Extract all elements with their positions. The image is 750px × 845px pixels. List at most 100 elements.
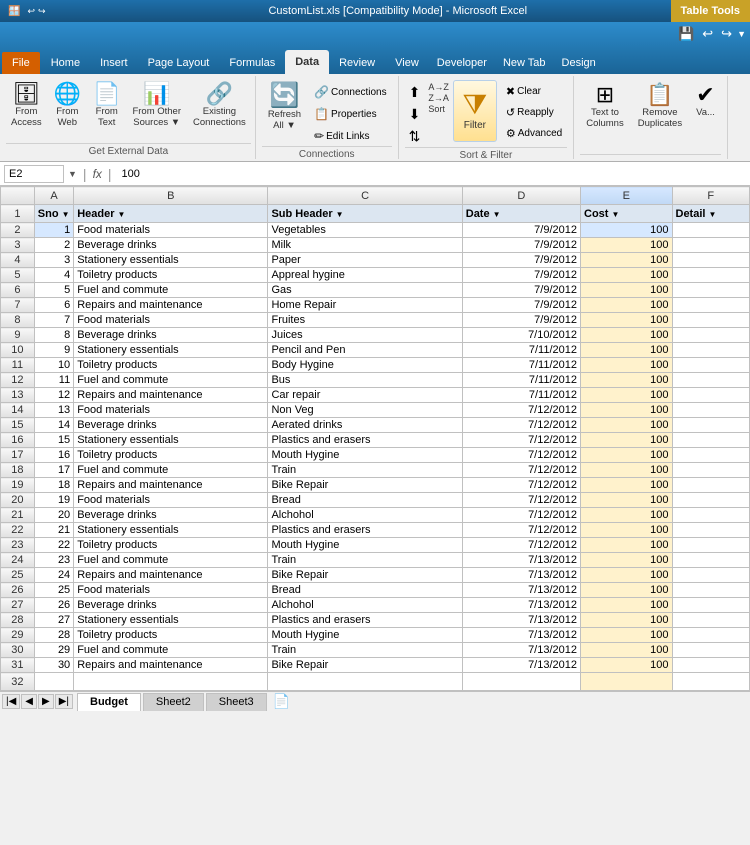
cell-subheader-23[interactable]: Mouth Hygine	[268, 538, 462, 553]
cell-subheader-3[interactable]: Milk	[268, 238, 462, 253]
cell-detail-22[interactable]	[672, 523, 750, 538]
cell-header-17[interactable]: Toiletry products	[74, 448, 268, 463]
cell-subheader-31[interactable]: Bike Repair	[268, 658, 462, 673]
sheet-nav-prev[interactable]: ◀	[21, 694, 37, 709]
cell-sno-26[interactable]: 25	[34, 583, 73, 598]
cell-subheader-7[interactable]: Home Repair	[268, 298, 462, 313]
filter-button[interactable]: ⧩ Filter	[453, 80, 497, 142]
cell-sno-23[interactable]: 22	[34, 538, 73, 553]
cell-subheader-12[interactable]: Bus	[268, 373, 462, 388]
cell-header-28[interactable]: Stationery essentials	[74, 613, 268, 628]
cell-sno-30[interactable]: 29	[34, 643, 73, 658]
cell-header-4[interactable]: Stationery essentials	[74, 253, 268, 268]
cell-detail-2[interactable]	[672, 223, 750, 238]
sort-dialog-button[interactable]: ⇅	[405, 126, 425, 147]
cell-sno-18[interactable]: 17	[34, 463, 73, 478]
col-header-b[interactable]: B	[74, 187, 268, 205]
cell-detail-21[interactable]	[672, 508, 750, 523]
sheet-nav-next[interactable]: ▶	[38, 694, 54, 709]
tab-page-layout[interactable]: Page Layout	[138, 52, 220, 74]
tab-view[interactable]: View	[385, 52, 429, 74]
cell-date-31[interactable]: 7/13/2012	[462, 658, 580, 673]
sort-az-button[interactable]: ⬆	[405, 82, 425, 103]
cell-cost-28[interactable]: 100	[581, 613, 673, 628]
header-cost[interactable]: Cost ▼	[581, 205, 673, 223]
cell-cost-8[interactable]: 100	[581, 313, 673, 328]
cell-cost-21[interactable]: 100	[581, 508, 673, 523]
cell-subheader-13[interactable]: Car repair	[268, 388, 462, 403]
cell-date-28[interactable]: 7/13/2012	[462, 613, 580, 628]
cell-cost-16[interactable]: 100	[581, 433, 673, 448]
cell-subheader-17[interactable]: Mouth Hygine	[268, 448, 462, 463]
cell-header-25[interactable]: Repairs and maintenance	[74, 568, 268, 583]
sort-za-button[interactable]: ⬇	[405, 104, 425, 125]
cell-subheader-20[interactable]: Bread	[268, 493, 462, 508]
cell-sno-28[interactable]: 27	[34, 613, 73, 628]
cell-empty-32-a[interactable]	[34, 673, 73, 691]
cell-cost-31[interactable]: 100	[581, 658, 673, 673]
cell-empty-32-b[interactable]	[74, 673, 268, 691]
col-header-c[interactable]: C	[268, 187, 462, 205]
cell-sno-22[interactable]: 21	[34, 523, 73, 538]
cell-date-23[interactable]: 7/12/2012	[462, 538, 580, 553]
cell-empty-32-f[interactable]	[672, 673, 750, 691]
cell-date-26[interactable]: 7/13/2012	[462, 583, 580, 598]
cell-subheader-8[interactable]: Fruites	[268, 313, 462, 328]
redo-button[interactable]: ↪	[718, 25, 735, 43]
cell-cost-4[interactable]: 100	[581, 253, 673, 268]
advanced-button[interactable]: ⚙ Advanced	[501, 124, 567, 143]
cell-detail-12[interactable]	[672, 373, 750, 388]
cell-cost-5[interactable]: 100	[581, 268, 673, 283]
cell-cost-30[interactable]: 100	[581, 643, 673, 658]
from-text-button[interactable]: 📄 FromText	[88, 80, 125, 132]
from-web-button[interactable]: 🌐 FromWeb	[49, 80, 86, 132]
cell-detail-31[interactable]	[672, 658, 750, 673]
formula-input[interactable]	[118, 167, 746, 181]
col-header-d[interactable]: D	[462, 187, 580, 205]
header-detail[interactable]: Detail ▼	[672, 205, 750, 223]
cell-subheader-30[interactable]: Train	[268, 643, 462, 658]
cell-cost-15[interactable]: 100	[581, 418, 673, 433]
cell-detail-6[interactable]	[672, 283, 750, 298]
cell-detail-5[interactable]	[672, 268, 750, 283]
refresh-all-button[interactable]: 🔄 RefreshAll ▼	[262, 80, 307, 136]
cell-cost-14[interactable]: 100	[581, 403, 673, 418]
cell-sno-27[interactable]: 26	[34, 598, 73, 613]
cell-empty-32-d[interactable]	[462, 673, 580, 691]
header-header[interactable]: Header ▼	[74, 205, 268, 223]
cell-header-11[interactable]: Toiletry products	[74, 358, 268, 373]
undo-button[interactable]: ↩	[699, 25, 716, 43]
validation-button[interactable]: ✔ Va...	[690, 80, 721, 122]
cell-sno-2[interactable]: 1	[34, 223, 73, 238]
cell-sno-19[interactable]: 18	[34, 478, 73, 493]
cell-date-14[interactable]: 7/12/2012	[462, 403, 580, 418]
cell-detail-8[interactable]	[672, 313, 750, 328]
cell-detail-19[interactable]	[672, 478, 750, 493]
header-sno[interactable]: Sno ▼	[34, 205, 73, 223]
connections-button[interactable]: 🔗 Connections	[309, 82, 392, 102]
cell-header-3[interactable]: Beverage drinks	[74, 238, 268, 253]
cell-date-24[interactable]: 7/13/2012	[462, 553, 580, 568]
cell-detail-20[interactable]	[672, 493, 750, 508]
cell-subheader-26[interactable]: Bread	[268, 583, 462, 598]
cell-date-27[interactable]: 7/13/2012	[462, 598, 580, 613]
cell-sno-11[interactable]: 10	[34, 358, 73, 373]
cell-header-26[interactable]: Food materials	[74, 583, 268, 598]
cell-subheader-24[interactable]: Train	[268, 553, 462, 568]
cell-detail-4[interactable]	[672, 253, 750, 268]
cell-header-8[interactable]: Food materials	[74, 313, 268, 328]
name-box[interactable]	[4, 165, 64, 183]
cell-subheader-15[interactable]: Aerated drinks	[268, 418, 462, 433]
cell-cost-17[interactable]: 100	[581, 448, 673, 463]
cell-cost-19[interactable]: 100	[581, 478, 673, 493]
cell-date-16[interactable]: 7/12/2012	[462, 433, 580, 448]
cell-header-19[interactable]: Repairs and maintenance	[74, 478, 268, 493]
cell-cost-6[interactable]: 100	[581, 283, 673, 298]
cell-subheader-22[interactable]: Plastics and erasers	[268, 523, 462, 538]
cell-date-9[interactable]: 7/10/2012	[462, 328, 580, 343]
cell-detail-25[interactable]	[672, 568, 750, 583]
cell-subheader-27[interactable]: Alchohol	[268, 598, 462, 613]
cell-date-4[interactable]: 7/9/2012	[462, 253, 580, 268]
cell-sno-4[interactable]: 3	[34, 253, 73, 268]
sheet-nav-last[interactable]: ▶|	[55, 694, 73, 709]
